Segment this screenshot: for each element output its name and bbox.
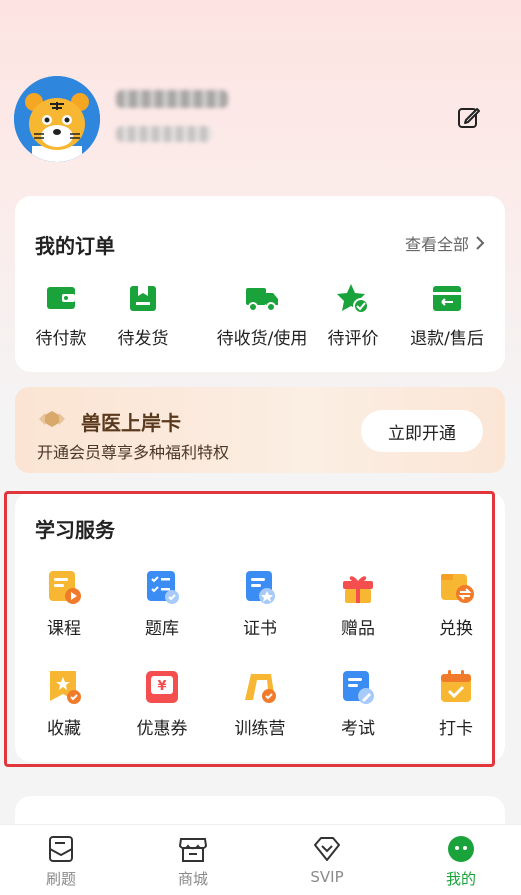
avatar[interactable] bbox=[14, 76, 100, 162]
edit-profile-icon[interactable] bbox=[456, 104, 482, 130]
bottom-tab-bar: 刷题 商城 SVIP 我的 bbox=[0, 824, 521, 895]
tab-profile[interactable]: 我的 bbox=[416, 835, 506, 889]
tab-svip[interactable]: SVIP bbox=[282, 835, 372, 886]
order-pending-shipment[interactable]: 待发货 bbox=[93, 282, 193, 349]
activate-vip-button[interactable]: 立即开通 bbox=[361, 410, 483, 452]
order-item-label: 待发货 bbox=[117, 329, 169, 349]
vip-banner[interactable]: 兽医上岸卡 开通会员尊享多种福利特权 立即开通 bbox=[15, 387, 505, 473]
wallet-icon bbox=[47, 287, 75, 309]
user-id-redacted bbox=[116, 126, 212, 142]
tab-label: 刷题 bbox=[45, 870, 76, 888]
star-check-icon bbox=[337, 284, 369, 314]
user-name-redacted bbox=[116, 90, 228, 108]
order-item-label: 退款/售后 bbox=[410, 329, 484, 349]
vip-title: 兽医上岸卡 bbox=[81, 411, 181, 435]
vip-badge-icon bbox=[39, 411, 65, 427]
highlight-box bbox=[4, 491, 495, 767]
store-icon bbox=[178, 838, 208, 862]
order-refund-aftersale[interactable]: 退款/售后 bbox=[397, 282, 497, 349]
view-all-orders-link[interactable]: 查看全部 bbox=[405, 231, 485, 255]
orders-card: 我的订单 查看全部 待付款 待发货 待收货/使用 待评价 退款/售后 bbox=[15, 196, 505, 372]
practice-icon bbox=[49, 836, 73, 862]
truck-icon bbox=[246, 288, 278, 312]
chevron-right-icon bbox=[476, 236, 485, 250]
package-icon bbox=[130, 286, 156, 311]
view-all-label: 查看全部 bbox=[404, 235, 469, 254]
orders-title: 我的订单 bbox=[35, 234, 115, 258]
tab-label: SVIP bbox=[310, 868, 344, 886]
profile-icon bbox=[448, 836, 474, 862]
tab-store[interactable]: 商城 bbox=[148, 835, 238, 889]
tab-label: 商城 bbox=[177, 870, 208, 888]
order-pending-review[interactable]: 待评价 bbox=[303, 282, 403, 349]
diamond-icon bbox=[314, 837, 340, 861]
refund-icon bbox=[433, 286, 461, 311]
vip-subtitle: 开通会员尊享多种福利特权 bbox=[37, 443, 230, 462]
tab-label: 我的 bbox=[445, 870, 476, 888]
tab-practice[interactable]: 刷题 bbox=[16, 835, 106, 889]
order-item-label: 待评价 bbox=[327, 329, 379, 349]
